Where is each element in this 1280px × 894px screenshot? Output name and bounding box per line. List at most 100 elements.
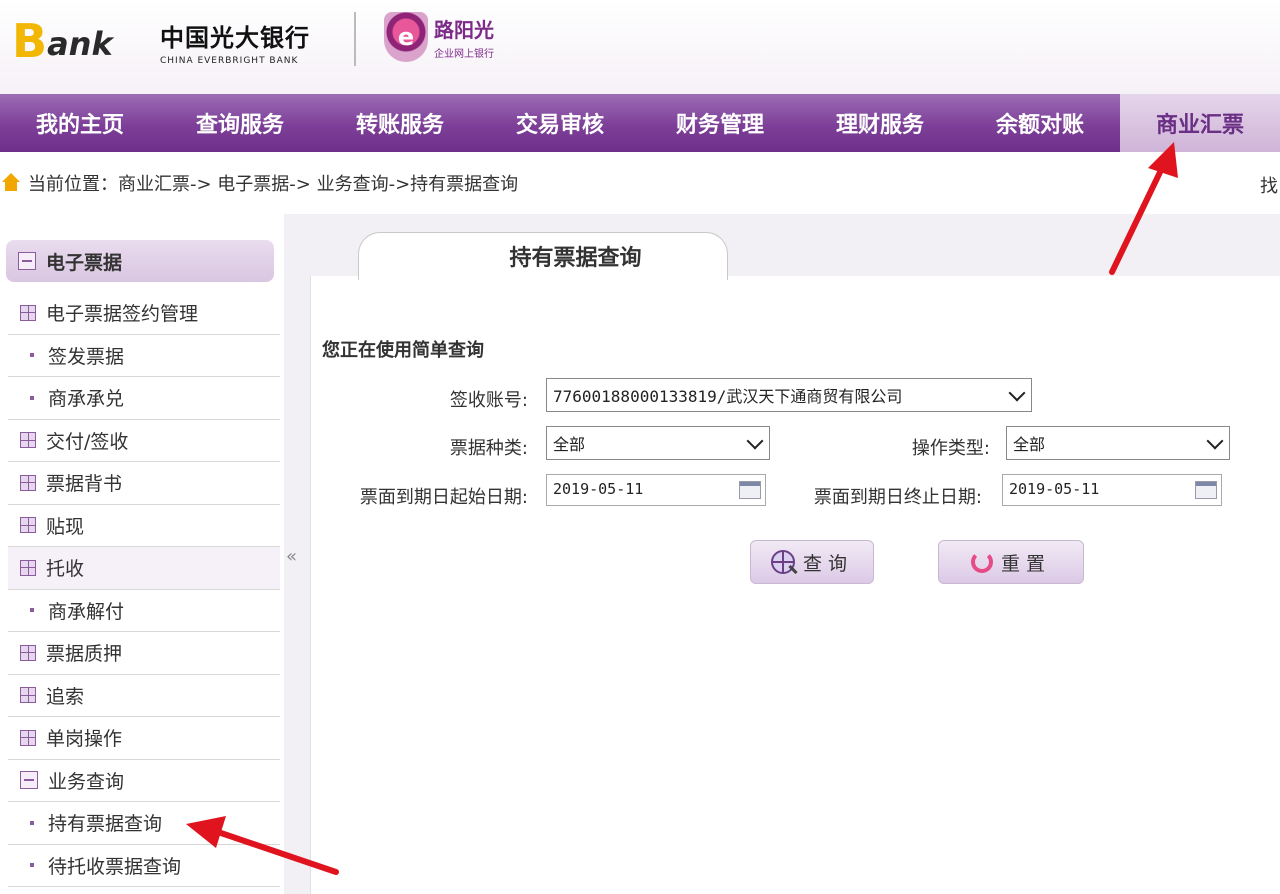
chevron-down-icon bbox=[1008, 384, 1026, 402]
bank-name-en: CHINA EVERBRIGHT BANK bbox=[160, 56, 299, 66]
main-panel bbox=[310, 276, 1280, 894]
bank-app: B ank 中国光大银行 CHINA EVERBRIGHT BANK e 路阳光… bbox=[0, 0, 1280, 894]
sunshine-logo: e 路阳光 企业网上银行 bbox=[384, 12, 494, 62]
breadcrumb-path: 商业汇票-> 电子票据-> 业务查询->持有票据查询 bbox=[118, 174, 519, 195]
nav-item-home[interactable]: 我的主页 bbox=[0, 94, 160, 152]
collapse-minus-icon bbox=[18, 252, 36, 270]
account-select-value: 77600188000133819/武汉天下通商贸有限公司 bbox=[553, 387, 903, 406]
bank-name-cn: 中国光大银行 bbox=[160, 24, 310, 52]
bill-type-label: 票据种类: bbox=[449, 438, 528, 459]
bullet-icon bbox=[30, 608, 34, 613]
sidebar-item-issue-bill[interactable]: 签发票据 bbox=[8, 335, 280, 377]
calendar-icon[interactable] bbox=[739, 481, 761, 499]
reset-button-label: 重置 bbox=[1000, 552, 1051, 575]
sidebar-item-recourse[interactable]: 追索 bbox=[8, 675, 280, 717]
account-label: 签收账号: bbox=[449, 390, 528, 411]
grid-icon bbox=[20, 729, 36, 746]
bullet-icon bbox=[30, 353, 34, 358]
grid-icon bbox=[20, 559, 36, 576]
sidebar-item-label: 贴现 bbox=[46, 515, 85, 538]
bullet-icon bbox=[30, 820, 34, 825]
sidebar-item-sign-management[interactable]: 电子票据签约管理 bbox=[8, 292, 280, 335]
query-button[interactable]: 查询 bbox=[750, 540, 874, 584]
bill-type-select[interactable]: 全部 bbox=[546, 426, 770, 460]
sidebar-item-label: 待托收票据查询 bbox=[48, 855, 182, 878]
reset-button[interactable]: 重置 bbox=[938, 540, 1084, 584]
op-type-select-value: 全部 bbox=[1013, 435, 1046, 454]
header: B ank 中国光大银行 CHINA EVERBRIGHT BANK e 路阳光… bbox=[0, 0, 1280, 94]
sidebar-item-acceptance[interactable]: 商承承兑 bbox=[8, 377, 280, 420]
sidebar-item-discount[interactable]: 贴现 bbox=[8, 505, 280, 547]
sidebar-item-business-query[interactable]: 业务查询 bbox=[8, 760, 280, 802]
tab-title: 持有票据查询 bbox=[509, 246, 642, 271]
sidebar-item-payment[interactable]: 商承解付 bbox=[8, 590, 280, 632]
sunshine-title: 路阳光 bbox=[434, 18, 494, 42]
logo-ank: ank bbox=[47, 25, 113, 63]
sidebar-item-label: 票据背书 bbox=[46, 473, 123, 496]
home-icon bbox=[0, 173, 20, 193]
op-type-label: 操作类型: bbox=[911, 438, 990, 459]
start-date-input[interactable]: 2019-05-11 bbox=[546, 474, 766, 506]
breadcrumb-label: 当前位置： bbox=[28, 174, 118, 195]
sidebar-item-label: 追索 bbox=[46, 685, 85, 708]
sidebar-item-single-post[interactable]: 单岗操作 bbox=[8, 717, 280, 760]
main-nav: 我的主页 查询服务 转账服务 交易审核 财务管理 理财服务 余额对账 商业汇票 bbox=[0, 94, 1280, 152]
query-button-label: 查询 bbox=[802, 552, 853, 575]
bill-type-select-value: 全部 bbox=[553, 435, 586, 454]
sidebar: 电子票据 电子票据签约管理 签发票据 商承承兑 交付/签收 票据背书 贴现 托收… bbox=[0, 214, 284, 894]
end-date-input[interactable]: 2019-05-11 bbox=[1002, 474, 1222, 506]
sunshine-text: 路阳光 企业网上银行 bbox=[434, 14, 494, 60]
breadcrumb-right-text: 找 bbox=[1260, 176, 1278, 197]
nav-item-finance[interactable]: 财务管理 bbox=[640, 94, 800, 152]
sidebar-item-label: 签发票据 bbox=[48, 345, 125, 368]
grid-icon bbox=[20, 304, 36, 321]
sidebar-list: 电子票据签约管理 签发票据 商承承兑 交付/签收 票据背书 贴现 托收 商承解付… bbox=[8, 292, 280, 887]
bullet-icon bbox=[30, 395, 34, 400]
chevron-down-icon bbox=[1206, 432, 1224, 450]
sunshine-badge-icon: e bbox=[384, 12, 428, 62]
sidebar-item-label: 商承解付 bbox=[48, 600, 125, 623]
query-mode-subtitle: 您正在使用简单查询 bbox=[322, 340, 484, 361]
reset-icon bbox=[970, 551, 993, 573]
sidebar-item-deliver-receive[interactable]: 交付/签收 bbox=[8, 420, 280, 462]
annotation-arrow-sidebar bbox=[186, 816, 339, 875]
nav-item-reconcile[interactable]: 余额对账 bbox=[960, 94, 1120, 152]
sidebar-item-label: 商承承兑 bbox=[48, 388, 125, 411]
sunshine-subtitle: 企业网上银行 bbox=[434, 49, 494, 60]
chevron-down-icon bbox=[746, 432, 764, 450]
grid-icon bbox=[20, 474, 36, 491]
nav-item-transfer[interactable]: 转账服务 bbox=[320, 94, 480, 152]
logo-b: B bbox=[12, 14, 48, 68]
sidebar-header[interactable]: 电子票据 bbox=[6, 240, 274, 282]
bullet-icon bbox=[30, 863, 34, 868]
grid-icon bbox=[20, 687, 36, 704]
start-date-label: 票面到期日起始日期: bbox=[359, 487, 528, 508]
collapse-minus-icon bbox=[20, 771, 38, 790]
sidebar-item-label: 电子票据签约管理 bbox=[46, 303, 199, 326]
sidebar-header-label: 电子票据 bbox=[46, 251, 123, 274]
start-date-value: 2019-05-11 bbox=[553, 480, 644, 498]
op-type-select[interactable]: 全部 bbox=[1006, 426, 1230, 460]
calendar-icon[interactable] bbox=[1195, 481, 1217, 499]
sidebar-item-pledge[interactable]: 票据质押 bbox=[8, 632, 280, 675]
bank-name: 中国光大银行 CHINA EVERBRIGHT BANK bbox=[160, 18, 310, 66]
sidebar-item-label: 单岗操作 bbox=[46, 728, 123, 751]
account-select[interactable]: 77600188000133819/武汉天下通商贸有限公司 bbox=[546, 378, 1032, 412]
sidebar-item-label: 托收 bbox=[46, 558, 85, 581]
grid-icon bbox=[20, 432, 36, 449]
nav-item-query[interactable]: 查询服务 bbox=[160, 94, 320, 152]
sidebar-item-collection[interactable]: 托收 bbox=[8, 547, 280, 590]
sidebar-item-label: 交付/签收 bbox=[46, 430, 129, 453]
sidebar-item-label: 业务查询 bbox=[48, 770, 125, 793]
end-date-label: 票面到期日终止日期: bbox=[813, 487, 982, 508]
collapse-sidebar-button[interactable]: « bbox=[286, 546, 297, 567]
annotation-arrow-nav bbox=[1109, 142, 1178, 275]
sidebar-item-label: 票据质押 bbox=[46, 643, 123, 666]
sidebar-item-endorsement[interactable]: 票据背书 bbox=[8, 462, 280, 505]
nav-item-wealth[interactable]: 理财服务 bbox=[800, 94, 960, 152]
end-date-value: 2019-05-11 bbox=[1009, 480, 1100, 498]
globe-search-icon bbox=[770, 550, 795, 574]
nav-item-audit[interactable]: 交易审核 bbox=[480, 94, 640, 152]
grid-icon bbox=[20, 517, 36, 534]
breadcrumb: 当前位置： 商业汇票-> 电子票据-> 业务查询->持有票据查询 找 bbox=[0, 152, 1280, 214]
